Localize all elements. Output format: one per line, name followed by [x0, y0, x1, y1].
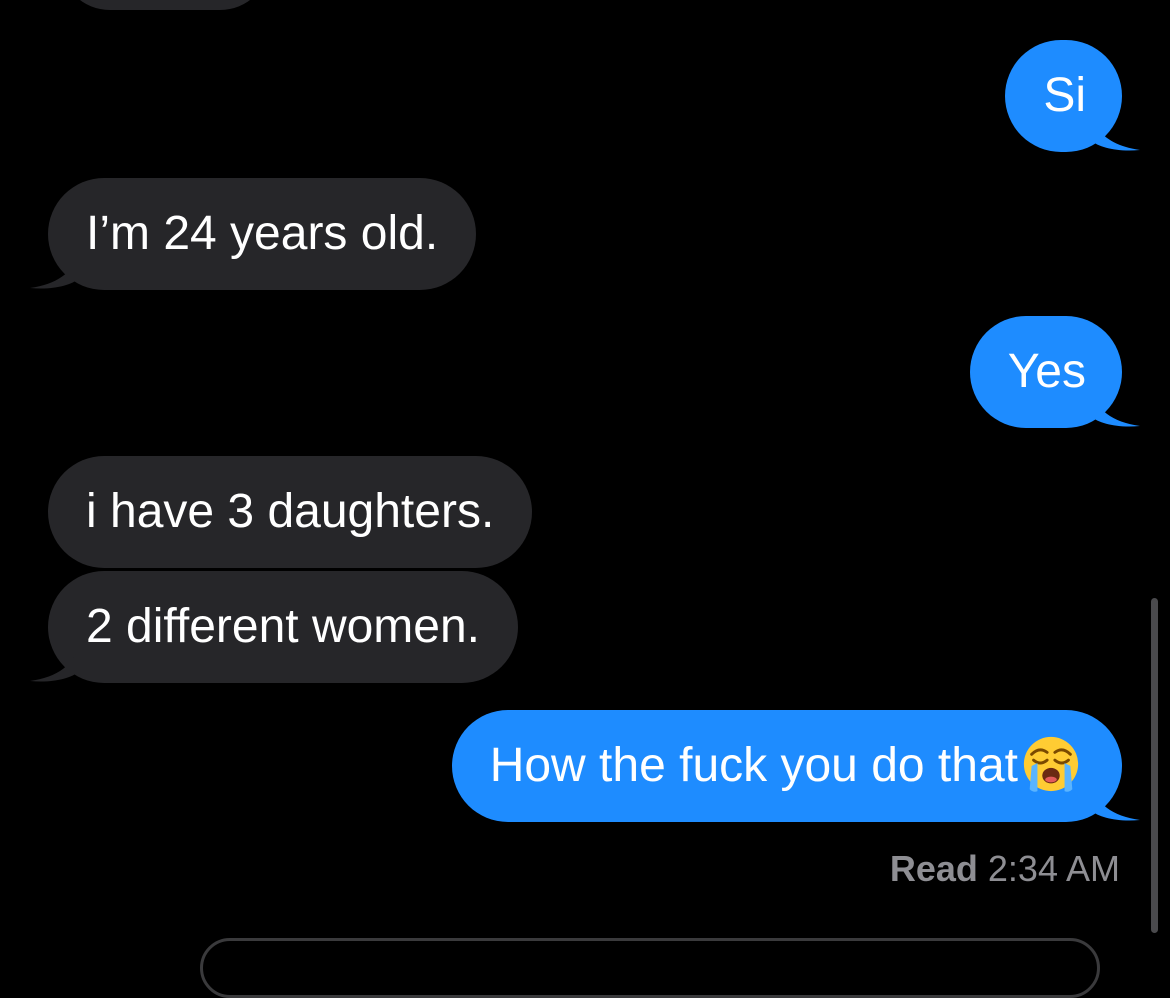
bubble-tail: [1090, 112, 1140, 151]
message-text: i have 3 daughters.: [86, 485, 495, 538]
bubble-tail: [30, 643, 80, 682]
scroll-indicator[interactable]: [1151, 598, 1158, 933]
read-label: Read: [889, 848, 978, 889]
read-receipt: Read 2:34 AM: [890, 848, 1120, 890]
message-text: Si: [1043, 69, 1086, 122]
received-message-bubble[interactable]: 2 different women.: [30, 571, 519, 683]
sent-message-bubble[interactable]: Yes: [969, 316, 1140, 428]
message-text: 2 different women.: [86, 600, 481, 653]
message-text: How the fuck you do that: [489, 739, 1018, 792]
read-time: 2:34 AM: [987, 848, 1120, 889]
message-text: Yes: [1007, 345, 1086, 398]
previous-message-bubble-fragment: [60, 0, 270, 10]
received-message-bubble[interactable]: I’m 24 years old.: [30, 178, 477, 290]
loudly-crying-face-icon: [1023, 737, 1079, 793]
bubble-tail: [1090, 388, 1140, 427]
received-message-bubble[interactable]: i have 3 daughters.: [48, 456, 533, 568]
sent-message-bubble[interactable]: Si: [1005, 40, 1140, 152]
message-input-bar[interactable]: [200, 938, 1100, 998]
bubble-tail: [30, 250, 80, 289]
message-text: I’m 24 years old.: [86, 207, 439, 260]
sent-message-bubble[interactable]: How the fuck you do that: [451, 710, 1140, 822]
bubble-tail: [1090, 782, 1140, 821]
